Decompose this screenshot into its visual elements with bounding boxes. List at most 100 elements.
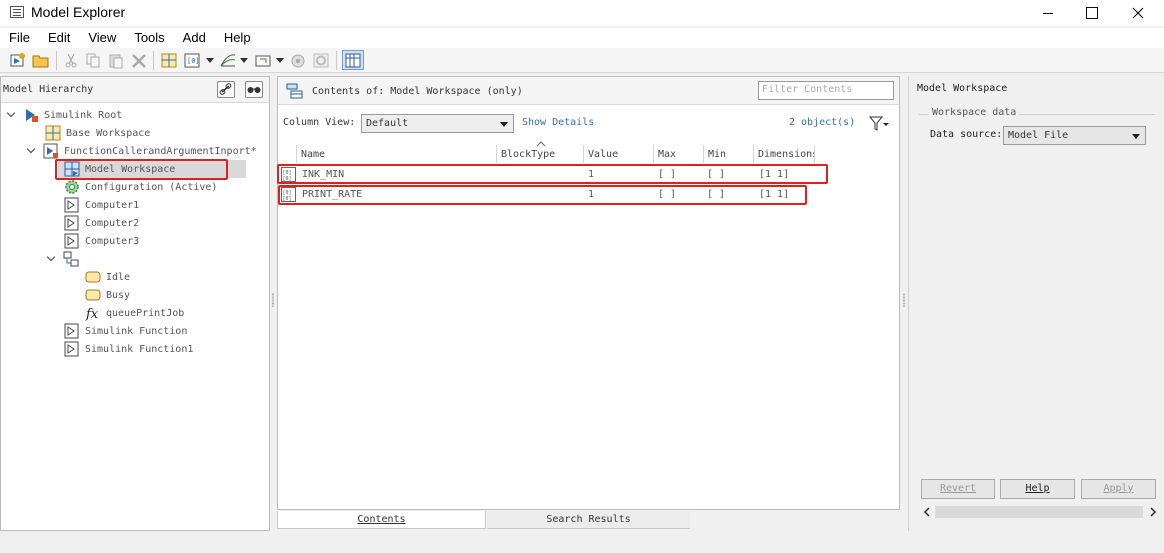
data-source-label: Data source: xyxy=(930,129,1003,140)
revert-button[interactable]: Revert xyxy=(921,479,995,499)
left-splitter[interactable] xyxy=(272,293,274,307)
column-value[interactable]: Value xyxy=(585,145,654,163)
tree-node-label: Configuration (Active) xyxy=(85,181,218,193)
scrollbar-thumb[interactable] xyxy=(935,506,1143,518)
tree-node-model[interactable]: FunctionCallerandArgumentInport* xyxy=(27,142,257,160)
filter-icon[interactable] xyxy=(868,115,890,133)
columns-toggle-icon[interactable] xyxy=(342,50,364,70)
tree-node-computer1[interactable]: Computer1 xyxy=(64,196,139,214)
menu-edit[interactable]: Edit xyxy=(48,28,70,48)
window-title: Model Explorer xyxy=(31,4,126,20)
subsystem-icon xyxy=(64,215,80,231)
app-icon xyxy=(10,6,24,18)
cut-icon[interactable] xyxy=(62,52,80,69)
tree-node-simulink-function1[interactable]: Simulink Function1 xyxy=(64,340,193,358)
tree-node-label: Simulink Function1 xyxy=(85,343,194,355)
menu-add[interactable]: Add xyxy=(183,28,206,48)
help-button[interactable]: Help xyxy=(1000,479,1075,499)
tree-node-computer2[interactable]: Computer2 xyxy=(64,214,139,232)
highlight-row-print-rate xyxy=(278,185,807,205)
contents-tabs: Contents Search Results xyxy=(277,511,690,529)
delete-icon[interactable] xyxy=(130,52,148,69)
svg-text:[0]: [0] xyxy=(187,57,200,65)
minimize-button[interactable] xyxy=(1025,0,1071,26)
close-button[interactable] xyxy=(1115,0,1161,26)
link-button[interactable] xyxy=(217,81,235,98)
right-splitter[interactable] xyxy=(903,293,905,307)
group-title: Workspace data xyxy=(929,107,1020,118)
horizontal-scrollbar[interactable] xyxy=(921,504,1159,520)
filter-contents-input[interactable]: Filter Contents xyxy=(758,81,894,100)
object-count: 2 object(s) xyxy=(789,117,856,128)
column-view-label: Column View: xyxy=(283,117,356,128)
tree-node-idle[interactable]: Idle xyxy=(85,268,130,286)
tree-node-label: FunctionCallerandArgumentInport* xyxy=(64,145,257,157)
tab-contents[interactable]: Contents xyxy=(277,511,486,529)
tree-node-configuration[interactable]: Configuration (Active) xyxy=(64,178,217,196)
table-header: Name BlockType Value Max Min Dimensions xyxy=(278,141,899,163)
tree-node-simulink-root[interactable]: Simulink Root xyxy=(7,106,122,124)
link-icon[interactable] xyxy=(289,52,307,69)
tree-node-label: queuePrintJob xyxy=(106,307,185,319)
maximize-button[interactable] xyxy=(1069,0,1115,26)
tab-search-results[interactable]: Search Results xyxy=(487,511,690,529)
tree-node-label: Computer1 xyxy=(85,199,140,211)
column-name[interactable]: Name xyxy=(298,145,497,163)
tree-node-label: Idle xyxy=(106,271,131,283)
menu-view[interactable]: View xyxy=(88,28,116,48)
tree-node-label: Simulink Function xyxy=(85,325,188,337)
menu-help[interactable]: Help xyxy=(224,28,251,48)
contents-title: Contents of: Model Workspace (only) xyxy=(312,86,523,97)
column-max[interactable]: Max xyxy=(655,145,704,163)
new-model-icon[interactable] xyxy=(9,52,27,69)
tree-node-label: Computer3 xyxy=(85,235,140,247)
scroll-left-icon[interactable] xyxy=(923,507,931,520)
glasses-button[interactable] xyxy=(245,81,263,98)
tree-node-label: Simulink Root xyxy=(44,109,123,121)
data-source-select[interactable]: Model File xyxy=(1003,126,1146,145)
svg-text:fx: fx xyxy=(85,307,99,321)
tree-node-base-workspace[interactable]: Base Workspace xyxy=(45,124,150,142)
tree-node-computer3[interactable]: Computer3 xyxy=(64,232,139,250)
contents-panel: Contents of: Model Workspace (only) Filt… xyxy=(277,76,900,510)
glasses-icon xyxy=(247,87,261,93)
simulink-root-icon xyxy=(23,107,39,123)
copy-icon[interactable] xyxy=(84,52,102,69)
toolbar: [0] xyxy=(0,48,1164,73)
show-details-link[interactable]: Show Details xyxy=(522,117,594,128)
column-view-select[interactable]: Default xyxy=(361,114,514,133)
highlight-row-ink-min xyxy=(277,164,828,184)
menu-file[interactable]: File xyxy=(9,28,30,48)
menu-tools[interactable]: Tools xyxy=(134,28,164,48)
grid-view-icon[interactable] xyxy=(160,52,178,69)
chevron-down-icon[interactable] xyxy=(47,254,57,264)
column-blocktype[interactable]: BlockType xyxy=(498,145,584,163)
properties-panel: Model Workspace Workspace data Data sour… xyxy=(908,76,1164,531)
menu-bar: File Edit View Tools Add Help xyxy=(0,28,1164,48)
tree-node-chart[interactable] xyxy=(47,250,84,268)
model-hierarchy-panel: Model Hierarchy Simulink Root Base Works… xyxy=(0,76,270,531)
settings-icon[interactable] xyxy=(312,52,330,69)
chevron-down-icon[interactable] xyxy=(7,110,17,120)
apply-button[interactable]: Apply xyxy=(1081,479,1156,499)
column-dimensions[interactable]: Dimensions xyxy=(755,145,815,163)
hierarchy-title: Model Hierarchy xyxy=(3,84,94,95)
tree-node-busy[interactable]: Busy xyxy=(85,286,130,304)
open-icon[interactable] xyxy=(32,52,50,69)
workspace-variable-icon[interactable]: [0] xyxy=(183,52,201,69)
tree-node-simulink-function[interactable]: Simulink Function xyxy=(64,322,187,340)
scroll-right-icon[interactable] xyxy=(1149,507,1157,520)
highlight-model-workspace xyxy=(55,159,228,180)
block-icon[interactable] xyxy=(254,52,272,69)
subsystem-icon xyxy=(64,233,80,249)
tree-node-queue-print-job[interactable]: fx queuePrintJob xyxy=(85,304,184,322)
state-icon xyxy=(85,269,101,285)
link-chain-icon xyxy=(219,83,232,95)
contents-icon xyxy=(286,83,303,99)
column-min[interactable]: Min xyxy=(705,145,754,163)
chevron-down-icon[interactable] xyxy=(27,146,37,156)
signal-icon[interactable] xyxy=(219,52,237,69)
subsystem-icon xyxy=(64,323,80,339)
chevron-down-icon xyxy=(500,122,508,127)
paste-icon[interactable] xyxy=(107,52,125,69)
